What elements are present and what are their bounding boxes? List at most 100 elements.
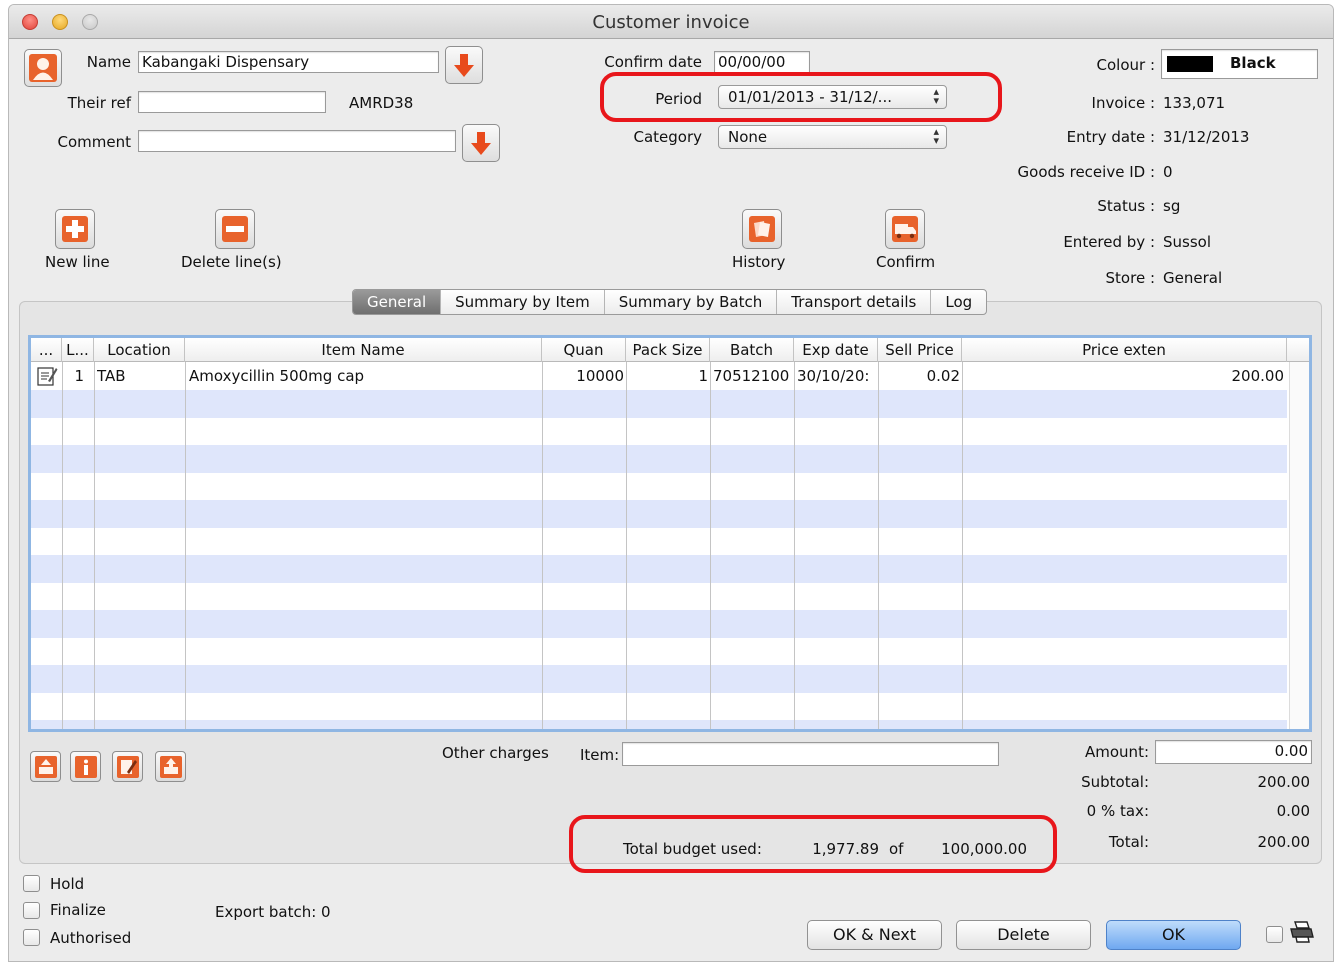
amount-field[interactable]: 0.00 xyxy=(1155,740,1312,764)
col-header-item-name[interactable]: Item Name xyxy=(185,338,542,362)
title-bar: Customer invoice xyxy=(9,5,1333,39)
tab-general[interactable]: General xyxy=(353,290,442,314)
tab-transport-details[interactable]: Transport details xyxy=(777,290,932,314)
customer-code: AMRD38 xyxy=(349,94,414,112)
export-icon xyxy=(159,755,182,778)
import-button[interactable] xyxy=(30,751,61,782)
comment-label: Comment xyxy=(57,133,132,151)
price-extension-cell: 200.00 xyxy=(1231,367,1285,385)
subtotal-label: Subtotal: xyxy=(1081,773,1149,791)
col-header-exp-date[interactable]: Exp date xyxy=(794,338,878,362)
printer-icon xyxy=(1289,919,1315,949)
col-header-location[interactable]: Location xyxy=(94,338,185,362)
edit-note-icon[interactable] xyxy=(36,362,60,390)
history-label: History xyxy=(732,253,786,271)
updown-arrows-icon: ▴ ▾ xyxy=(933,125,939,147)
charge-item-field[interactable] xyxy=(622,742,999,766)
name-field[interactable]: Kabangaki Dispensary xyxy=(138,51,439,73)
name-dropdown-button[interactable] xyxy=(445,46,483,84)
column-divider xyxy=(94,362,95,729)
column-divider xyxy=(710,362,711,729)
export-button[interactable] xyxy=(155,751,186,782)
arrow-down-icon xyxy=(471,132,491,155)
info-icon xyxy=(74,755,97,778)
line-number: 1 xyxy=(74,367,84,385)
ok-button[interactable]: OK xyxy=(1106,920,1241,950)
comment-dropdown-button[interactable] xyxy=(462,124,500,162)
col-header-price-extension[interactable]: Price exten xyxy=(962,338,1287,362)
their-ref-field[interactable] xyxy=(138,91,326,113)
col-header-quantity[interactable]: Quan xyxy=(542,338,626,362)
column-divider xyxy=(62,362,63,729)
history-button[interactable] xyxy=(742,209,782,249)
entry-date-value: 31/12/2013 xyxy=(1163,128,1250,146)
info-button[interactable] xyxy=(70,751,101,782)
total-value: 200.00 xyxy=(1257,833,1311,851)
authorised-label: Authorised xyxy=(50,929,132,947)
column-divider xyxy=(794,362,795,729)
tax-label: 0 % tax: xyxy=(1086,802,1149,820)
location-cell: TAB xyxy=(97,367,126,385)
plus-icon xyxy=(62,216,88,242)
invoice-lines-table[interactable]: ... L... Location Item Name Quan Pack Si… xyxy=(28,335,1312,732)
confirm-label: Confirm xyxy=(876,253,936,271)
tab-summary-by-item[interactable]: Summary by Item xyxy=(441,290,605,314)
entered-by-label: Entered by : xyxy=(1063,233,1155,251)
status-label: Status : xyxy=(1097,197,1155,215)
column-divider xyxy=(962,362,963,729)
col-header-sell-price[interactable]: Sell Price xyxy=(878,338,962,362)
finalize-checkbox[interactable] xyxy=(23,902,40,919)
amount-label: Amount: xyxy=(1085,743,1149,761)
column-divider xyxy=(542,362,543,729)
print-checkbox[interactable] xyxy=(1266,926,1283,943)
hold-label: Hold xyxy=(50,875,85,893)
tab-summary-by-batch[interactable]: Summary by Batch xyxy=(605,290,778,314)
delete-button[interactable]: Delete xyxy=(956,920,1091,950)
table-scrollbar[interactable] xyxy=(1289,362,1309,729)
import-icon xyxy=(34,755,57,778)
quantity-cell: 10000 xyxy=(576,367,624,385)
category-value: None xyxy=(728,128,768,146)
confirm-date-label: Confirm date xyxy=(604,53,702,71)
entered-by-value: Sussol xyxy=(1163,233,1212,251)
exp-date-cell: 30/10/20: xyxy=(797,367,870,385)
table-row-empty xyxy=(31,610,1287,638)
new-line-button[interactable] xyxy=(55,209,95,249)
colour-select[interactable]: Black xyxy=(1161,49,1318,79)
col-header-line[interactable]: L... xyxy=(62,338,94,362)
new-line-label: New line xyxy=(45,253,110,271)
item-name-cell: Amoxycillin 500mg cap xyxy=(189,367,365,385)
colour-value: Black xyxy=(1230,54,1276,72)
authorised-checkbox[interactable] xyxy=(23,929,40,946)
edit-button[interactable] xyxy=(112,751,143,782)
customer-lookup-button[interactable] xyxy=(24,49,62,87)
store-label: Store : xyxy=(1105,269,1155,287)
sell-price-cell: 0.02 xyxy=(926,367,960,385)
subtotal-value: 200.00 xyxy=(1257,773,1311,791)
col-header-edit[interactable]: ... xyxy=(31,338,62,362)
table-row-empty xyxy=(31,665,1287,693)
pack-size-cell: 1 xyxy=(698,367,708,385)
delete-lines-label: Delete line(s) xyxy=(181,253,282,271)
table-row-empty xyxy=(31,445,1287,473)
goods-receive-label: Goods receive ID : xyxy=(1017,163,1155,181)
person-icon xyxy=(29,54,57,82)
category-label: Category xyxy=(633,128,702,146)
entry-date-label: Entry date : xyxy=(1066,128,1155,146)
total-label: Total: xyxy=(1108,833,1149,851)
invoice-label: Invoice : xyxy=(1091,94,1155,112)
confirm-button[interactable] xyxy=(885,209,925,249)
confirm-date-field[interactable]: 00/00/00 xyxy=(714,51,810,73)
tab-bar: General Summary by Item Summary by Batch… xyxy=(352,289,988,315)
delete-lines-button[interactable] xyxy=(215,209,255,249)
ok-next-button[interactable]: OK & Next xyxy=(807,920,942,950)
hold-checkbox[interactable] xyxy=(23,875,40,892)
colour-label: Colour : xyxy=(1096,56,1156,74)
category-select[interactable]: None ▴ ▾ xyxy=(718,125,947,149)
col-header-batch[interactable]: Batch xyxy=(710,338,794,362)
tab-log[interactable]: Log xyxy=(931,290,986,314)
store-value: General xyxy=(1163,269,1223,287)
table-row-empty xyxy=(31,720,1287,729)
comment-field[interactable] xyxy=(138,130,456,152)
col-header-pack-size[interactable]: Pack Size xyxy=(626,338,710,362)
